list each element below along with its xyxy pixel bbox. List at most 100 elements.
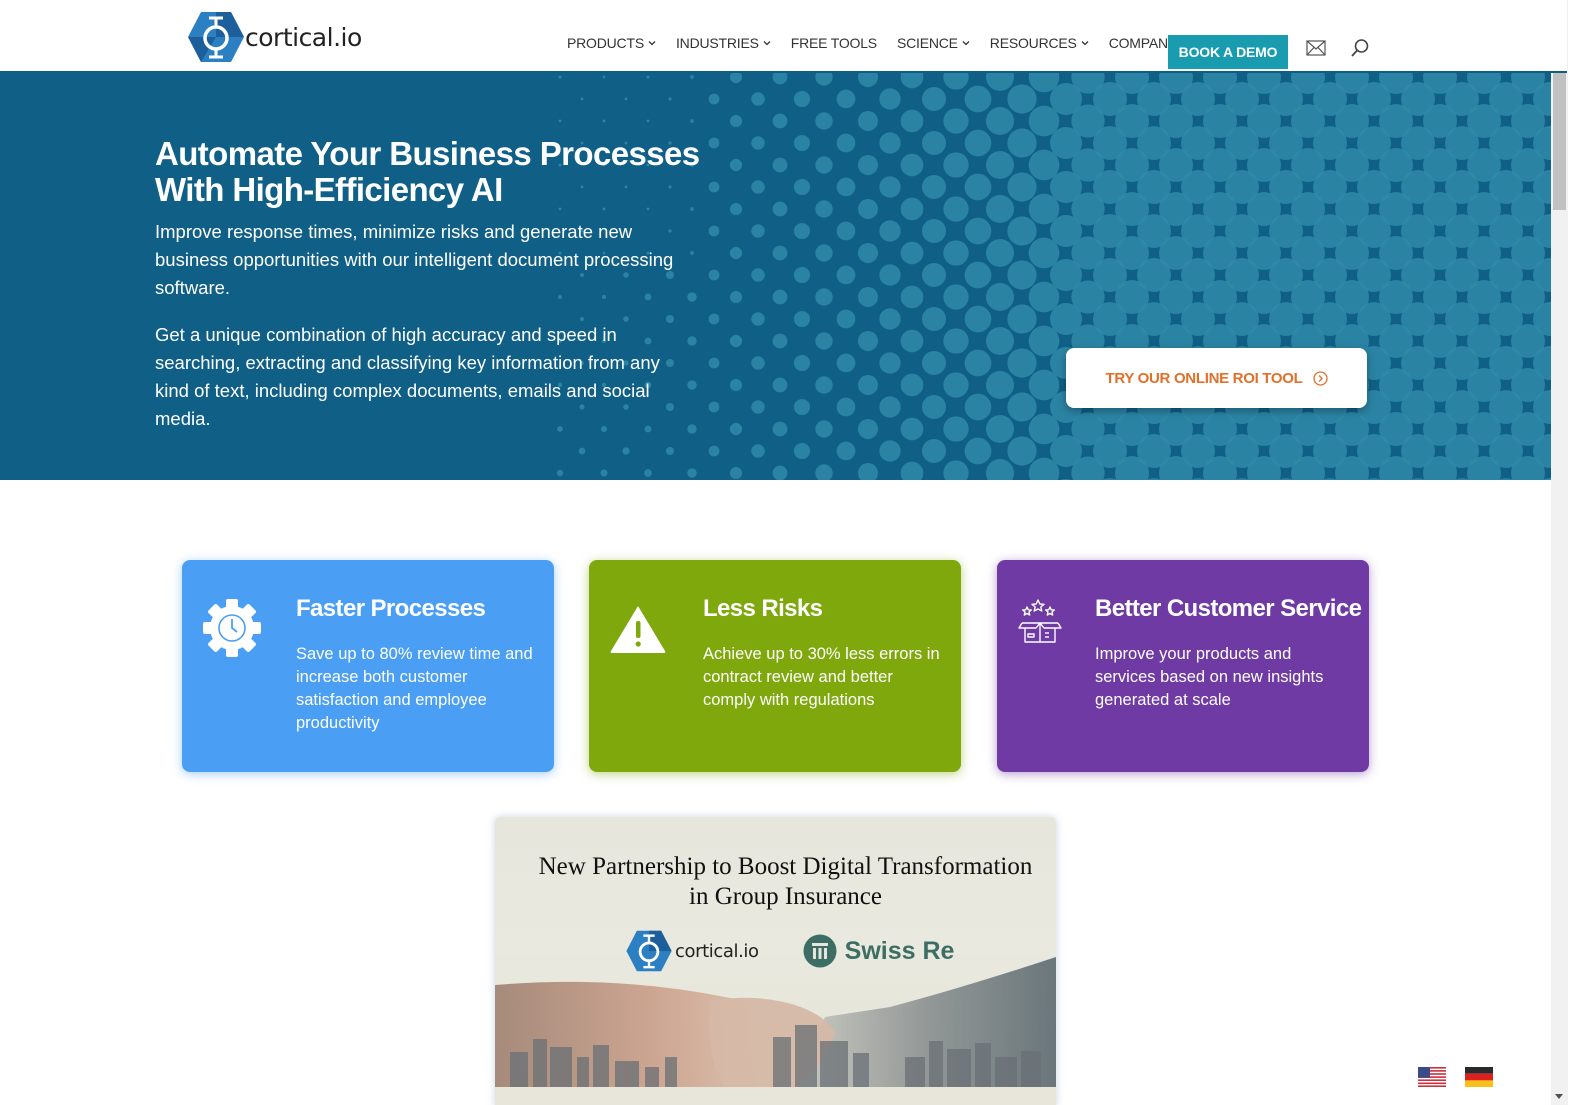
hero-intro-text: Improve response times, minimize risks a… — [155, 221, 674, 298]
halftone-dot — [602, 75, 606, 79]
halftone-dot — [793, 222, 811, 240]
halftone-dot — [879, 440, 901, 462]
vertical-scrollbar[interactable] — [1551, 0, 1568, 1105]
box-stars-icon — [1018, 599, 1062, 643]
halftone-dot — [943, 328, 969, 354]
hero-detail-text: Get a unique combination of high accurac… — [155, 324, 660, 429]
nav-industries[interactable]: INDUSTRIES — [676, 35, 771, 51]
halftone-dot — [751, 444, 765, 458]
halftone-dot — [900, 329, 924, 353]
halftone-dot — [857, 198, 879, 220]
halftone-dot — [857, 73, 879, 88]
halftone-dot — [751, 92, 765, 106]
halftone-dot — [1007, 216, 1037, 246]
halftone-dot — [900, 73, 924, 89]
nav-label: RESOURCES — [989, 35, 1077, 51]
cortical-logo-icon — [188, 12, 244, 62]
feature-card-less-risks: Less Risks Achieve up to 30% less errors… — [589, 560, 961, 772]
banner-title-line-1: New Partnership to Boost Digital Transfo… — [538, 853, 1033, 880]
halftone-dot — [836, 177, 856, 197]
halftone-dot — [1007, 260, 1037, 290]
halftone-dot — [687, 468, 697, 478]
halftone-dot — [1007, 84, 1037, 114]
halftone-dot — [986, 73, 1014, 91]
logo-link[interactable]: cortical.io — [187, 11, 362, 63]
nav-free-tools[interactable]: FREE TOOLS — [791, 35, 877, 51]
halftone-dot — [687, 424, 697, 434]
halftone-dot — [857, 462, 879, 480]
chevron-down-icon — [648, 41, 656, 46]
nav-resources[interactable]: RESOURCES — [990, 35, 1089, 51]
halftone-dot — [943, 196, 969, 222]
halftone-dot — [921, 438, 947, 464]
feature-text: Achieve up to 30% less errors in contrac… — [703, 645, 940, 709]
halftone-dot — [729, 73, 743, 84]
main-nav: PRODUCTS INDUSTRIES FREE TOOLS SCIENCE R… — [567, 35, 1209, 51]
halftone-dot — [793, 178, 811, 196]
halftone-dot — [815, 73, 833, 86]
halftone-dot — [772, 113, 788, 129]
halftone-dot — [815, 112, 833, 130]
halftone-dot — [729, 158, 743, 172]
hero-title: Automate Your Business Processes With Hi… — [155, 135, 700, 208]
halftone-dot — [921, 218, 947, 244]
halftone-dot — [921, 86, 947, 112]
halftone-dot — [900, 417, 924, 441]
halftone-dot — [921, 306, 947, 332]
halftone-dot — [687, 380, 697, 390]
halftone-dot — [815, 156, 833, 174]
chevron-down-icon — [1081, 41, 1089, 46]
scroll-down-arrow-icon[interactable] — [1555, 1094, 1563, 1099]
page-gutter — [1568, 0, 1584, 1105]
hero-section: Automate Your Business Processes With Hi… — [0, 73, 1551, 480]
halftone-dot — [708, 445, 720, 457]
feature-text: Save up to 80% review time and increase … — [296, 645, 533, 732]
halftone-dot — [687, 292, 697, 302]
nav-products[interactable]: PRODUCTS — [567, 35, 656, 51]
halftone-dot — [772, 245, 788, 261]
halftone-dot — [964, 349, 992, 377]
nav-label: FREE TOOLS — [790, 35, 877, 51]
halftone-dot — [986, 371, 1014, 399]
halftone-dot — [836, 89, 856, 109]
logo-text: cortical.io — [245, 22, 362, 52]
halftone-dot — [986, 195, 1014, 223]
halftone-dot — [836, 133, 856, 153]
halftone-dot — [964, 173, 992, 201]
halftone-dot — [815, 376, 833, 394]
halftone-dot — [836, 221, 856, 241]
halftone-dot — [943, 152, 969, 178]
halftone-dot — [708, 313, 720, 325]
halftone-dot — [986, 459, 1014, 480]
halftone-dot — [815, 200, 833, 218]
halftone-dot — [751, 400, 765, 414]
halftone-dot — [836, 265, 856, 285]
halftone-dot — [857, 418, 879, 440]
mail-icon[interactable] — [1306, 40, 1326, 56]
halftone-dot — [900, 109, 924, 133]
partnership-banner[interactable]: New Partnership to Boost Digital Transfo… — [495, 817, 1056, 1105]
feature-title: Better Customer Service — [1095, 595, 1362, 622]
halftone-dot — [857, 242, 879, 264]
halftone-dot — [729, 290, 743, 304]
search-icon[interactable] — [1350, 38, 1370, 58]
arrow-circle-right-icon — [1312, 370, 1328, 386]
nav-science[interactable]: SCIENCE — [897, 35, 970, 51]
de-flag-icon[interactable] — [1465, 1067, 1493, 1087]
feature-title: Faster Processes — [296, 595, 486, 622]
halftone-dot — [857, 154, 879, 176]
feature-title: Less Risks — [703, 595, 823, 622]
halftone-dot — [815, 464, 833, 480]
book-demo-button[interactable]: BOOK A DEMO — [1168, 35, 1288, 69]
nav-label: INDUSTRIES — [675, 35, 759, 51]
halftone-dot — [751, 224, 765, 238]
halftone-dot — [580, 97, 584, 101]
feature-card-better-customer-service: Better Customer Service Improve your pro… — [997, 560, 1369, 772]
halftone-dot — [558, 119, 562, 123]
us-flag-icon[interactable] — [1418, 1067, 1446, 1087]
roi-tool-button[interactable]: TRY OUR ONLINE ROI TOOL — [1066, 348, 1367, 408]
halftone-dot — [1007, 172, 1037, 202]
halftone-dot — [900, 197, 924, 221]
halftone-dot — [729, 466, 743, 480]
halftone-dot — [646, 119, 650, 123]
